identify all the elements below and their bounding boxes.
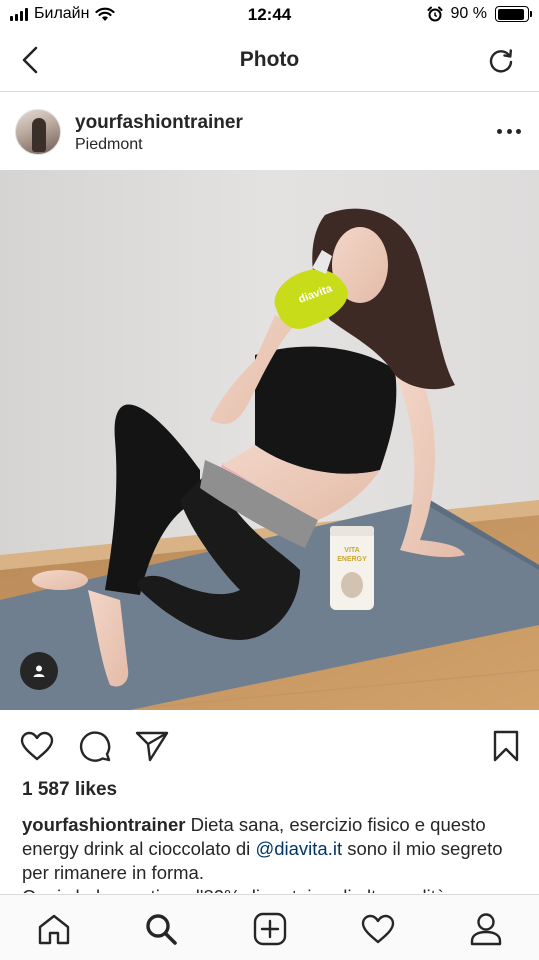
profile-icon (470, 913, 502, 946)
tab-search[interactable] (141, 909, 181, 949)
share-button[interactable] (134, 728, 170, 764)
page-title: Photo (239, 48, 300, 71)
battery-percent: 90 % (450, 5, 487, 22)
post-caption: yourfashiontrainer Dieta sana, esercizio… (22, 813, 517, 893)
caption-second-line: Ogni shake contiene l'80% di proteine di… (22, 885, 517, 893)
bookmark-icon (493, 730, 519, 762)
caption-mention-link[interactable]: @diavita.it (255, 838, 342, 859)
more-options-button[interactable] (497, 121, 521, 141)
post-actions (0, 722, 539, 768)
status-right: 90 % (427, 5, 532, 23)
heart-icon (20, 731, 54, 761)
avatar[interactable] (15, 109, 61, 155)
status-bar: Билайн 12:44 90 % (0, 0, 539, 30)
tab-profile[interactable] (466, 909, 506, 949)
battery-icon (495, 6, 532, 22)
tab-bar (0, 894, 539, 960)
post-username[interactable]: yourfashiontrainer (75, 112, 243, 134)
like-button[interactable] (19, 728, 55, 764)
tab-new-post[interactable] (250, 909, 290, 949)
comment-button[interactable] (77, 728, 113, 764)
post-header: yourfashiontrainer Piedmont (0, 93, 539, 170)
person-icon (33, 665, 45, 677)
tagged-users-button[interactable] (20, 652, 58, 690)
new-post-icon (253, 912, 287, 946)
comment-icon (79, 731, 111, 762)
battery-fill (497, 8, 524, 20)
save-button[interactable] (488, 728, 524, 764)
post-location[interactable]: Piedmont (75, 136, 143, 154)
search-icon (146, 914, 177, 945)
jar-label-line2: ENERGY (337, 556, 367, 563)
alarm-clock-icon (427, 6, 443, 22)
caption-username[interactable]: yourfashiontrainer (22, 814, 185, 835)
refresh-icon (489, 49, 513, 73)
tab-activity[interactable] (358, 909, 398, 949)
likes-count[interactable]: 1 587 likes (22, 779, 117, 801)
navigation-bar: Photo (0, 30, 539, 92)
refresh-button[interactable] (485, 44, 517, 76)
tab-home[interactable] (34, 909, 74, 949)
activity-icon (361, 914, 395, 944)
jar-label-line1: VITA (344, 547, 359, 554)
home-icon (38, 914, 70, 945)
send-icon (135, 731, 169, 762)
post-photo[interactable]: diavita VITA ENERGY (0, 170, 539, 710)
more-horizontal-icon (497, 128, 502, 134)
